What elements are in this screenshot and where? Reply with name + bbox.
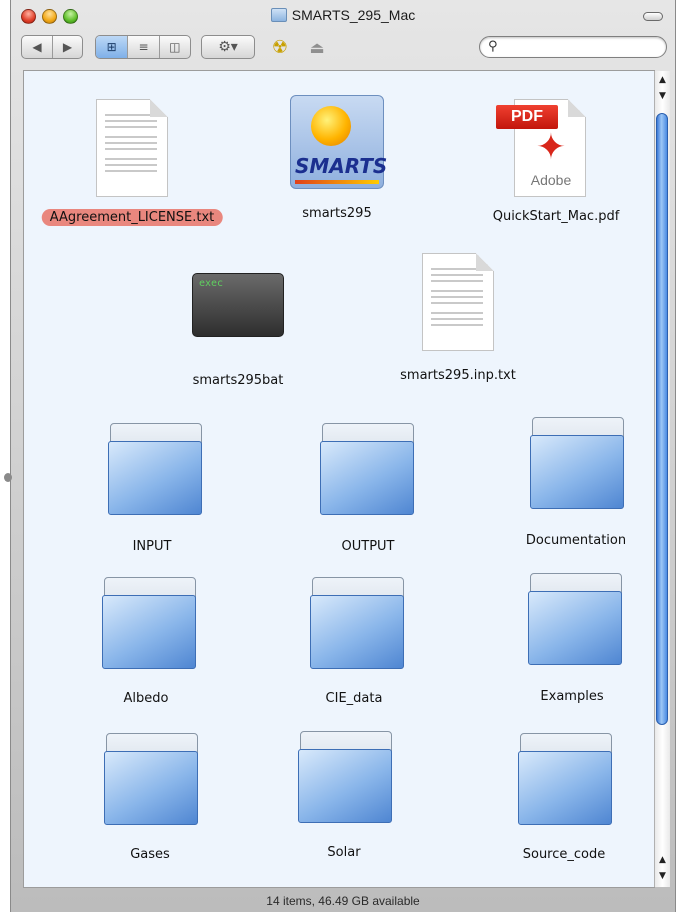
- file-icon-view[interactable]: AAgreement_LICENSE.txt SMARTS smarts295 …: [23, 70, 655, 888]
- back-button[interactable]: ◀: [22, 36, 52, 58]
- adobe-logo-icon: ✦: [535, 127, 567, 168]
- file-name[interactable]: smarts295: [302, 206, 371, 221]
- folder-icon: [102, 595, 196, 669]
- window-title: SMARTS_295_Mac: [291, 7, 416, 23]
- back-forward-control: ◀ ▶: [21, 35, 83, 59]
- scroll-up-arrow-icon[interactable]: ▲: [655, 853, 670, 867]
- folder-icon: [528, 591, 622, 665]
- eject-icon[interactable]: ⏏: [305, 35, 329, 59]
- folder-name[interactable]: Examples: [540, 689, 603, 704]
- search-input[interactable]: [504, 38, 658, 58]
- file-name[interactable]: smarts295.inp.txt: [400, 368, 516, 383]
- folder-name[interactable]: OUTPUT: [342, 539, 395, 554]
- text-document-icon: [422, 253, 494, 351]
- folder-item[interactable]: Source_code: [24, 71, 612, 862]
- file-name[interactable]: AAgreement_LICENSE.txt: [41, 209, 223, 226]
- list-view-icon: ≡: [138, 40, 149, 54]
- exec-badge: exec: [199, 278, 224, 289]
- folder-name[interactable]: Documentation: [526, 533, 626, 548]
- drawer-handle[interactable]: [4, 473, 12, 482]
- folder-icon: [108, 441, 202, 515]
- scroll-thumb[interactable]: [656, 113, 668, 725]
- scroll-down-arrow-icon[interactable]: ▼: [655, 89, 670, 103]
- sun-icon: [311, 106, 351, 146]
- forward-button[interactable]: ▶: [52, 36, 82, 58]
- toolbar: ◀ ▶ ⊞ ≡ ◫ ⚙▾ ☢ ⏏ ⚲: [11, 34, 675, 64]
- list-view-button[interactable]: ≡: [127, 36, 158, 58]
- file-name[interactable]: smarts295bat: [193, 373, 284, 388]
- folder-icon: [320, 441, 414, 515]
- title-bar[interactable]: SMARTS_295_Mac: [11, 0, 675, 34]
- folder-icon: [104, 751, 198, 825]
- back-arrow-icon: ◀: [32, 40, 42, 54]
- folder-name[interactable]: Source_code: [523, 847, 606, 862]
- pdf-brand: Adobe: [530, 172, 572, 188]
- folder-name[interactable]: Albedo: [124, 691, 169, 706]
- search-icon: ⚲: [488, 39, 498, 54]
- status-bar: 14 items, 46.49 GB available: [11, 890, 675, 912]
- burn-icon[interactable]: ☢: [267, 35, 293, 59]
- finder-window: SMARTS_295_Mac ◀ ▶ ⊞ ≡ ◫ ⚙▾ ☢ ⏏ ⚲ AAgree…: [10, 0, 676, 912]
- column-view-icon: ◫: [169, 40, 181, 54]
- folder-name[interactable]: Solar: [327, 845, 360, 860]
- icon-view-icon: ⊞: [106, 40, 117, 54]
- view-mode-control: ⊞ ≡ ◫: [95, 35, 191, 59]
- forward-arrow-icon: ▶: [62, 40, 73, 54]
- window-title-area: SMARTS_295_Mac: [11, 7, 675, 23]
- column-view-button[interactable]: ◫: [158, 36, 190, 58]
- folder-icon: [270, 8, 287, 22]
- scroll-down-arrow-icon[interactable]: ▼: [655, 869, 670, 883]
- action-menu-button[interactable]: ⚙▾: [201, 35, 255, 59]
- vertical-scrollbar[interactable]: ▲ ▼ ▲ ▼: [654, 71, 670, 887]
- gear-icon: ⚙▾: [218, 39, 238, 55]
- smarts-app-icon: SMARTS: [290, 95, 388, 189]
- folder-name[interactable]: INPUT: [133, 539, 172, 554]
- folder-icon: [310, 595, 404, 669]
- folder-name[interactable]: Gases: [130, 847, 170, 862]
- file-name[interactable]: QuickStart_Mac.pdf: [493, 209, 620, 224]
- toolbar-toggle-button[interactable]: [643, 12, 663, 21]
- search-field[interactable]: ⚲: [479, 36, 667, 58]
- folder-icon: [298, 749, 392, 823]
- icon-view-button[interactable]: ⊞: [96, 36, 128, 58]
- folder-icon: [518, 751, 612, 825]
- folder-icon: [530, 435, 624, 509]
- terminal-exec-icon: exec: [192, 273, 284, 337]
- text-document-icon: [96, 99, 168, 197]
- status-text: 14 items, 46.49 GB available: [266, 894, 420, 908]
- app-icon-text: SMARTS: [295, 154, 388, 178]
- scroll-up-arrow-icon[interactable]: ▲: [655, 73, 670, 87]
- pdf-badge: PDF: [496, 105, 558, 129]
- folder-name[interactable]: CIE_data: [326, 691, 383, 706]
